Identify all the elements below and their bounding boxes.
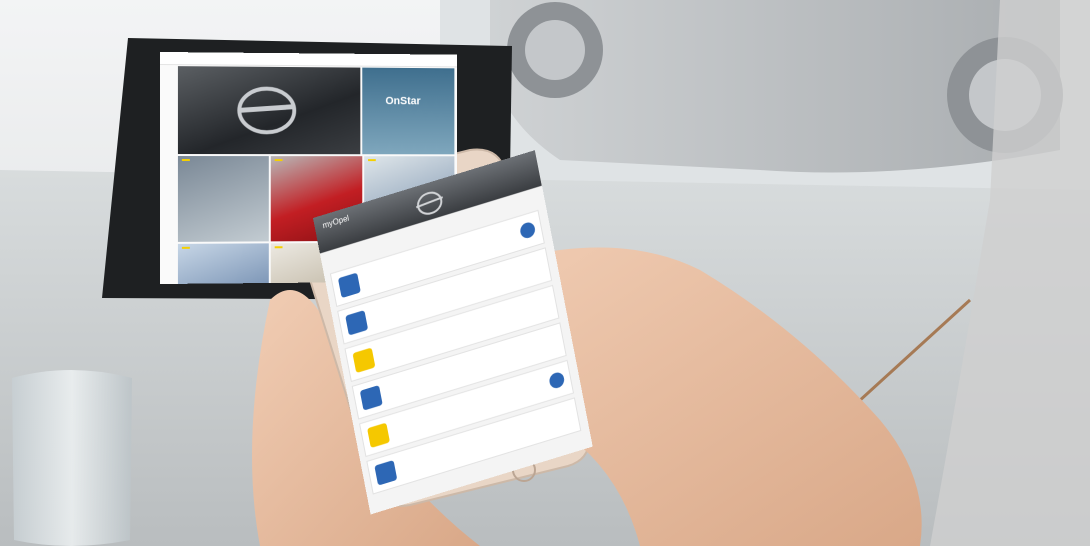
tablet-tile[interactable] [178,156,269,242]
key-icon [338,273,361,299]
tablet-tile[interactable] [178,243,269,283]
globe-icon [374,460,397,486]
wrench-icon [360,385,383,411]
tablet-tile-tag [275,246,283,248]
water-glass [12,370,132,546]
tablet-tile-tag [182,247,190,249]
photo-scene: OnStar myOpel [0,0,1090,546]
car-icon [345,310,368,336]
tablet-tile-tag [275,159,283,161]
yellow-square-icon [367,423,390,449]
onstar-logo: OnStar [385,95,420,107]
tablet-tile-tag [182,159,190,161]
tablet-hero-image[interactable] [178,66,360,154]
yellow-square-icon [352,348,375,374]
tablet-tile-tag [368,159,376,161]
phone-feature-list [330,210,582,499]
tablet-nav [160,52,457,67]
opel-logo-icon [178,66,360,154]
badge-icon [548,371,565,390]
badge-icon [519,221,536,240]
tablet-onstar-tile[interactable]: OnStar [362,68,454,155]
